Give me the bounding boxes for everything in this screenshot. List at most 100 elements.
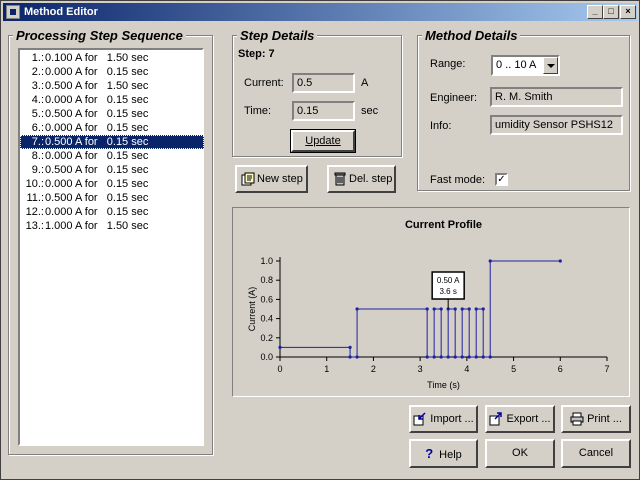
- time-input[interactable]: 0.15: [292, 101, 355, 121]
- list-item-text: 0.500 A for 0.15 sec: [45, 164, 149, 176]
- list-item-number: 4.:: [31, 94, 44, 106]
- trash-icon: [334, 172, 346, 186]
- list-item[interactable]: 12.: 0.000 A for 0.15 sec: [20, 205, 204, 219]
- x-tick-label: 2: [371, 364, 376, 374]
- list-item[interactable]: 11.: 0.500 A for 0.15 sec: [20, 191, 204, 205]
- list-item-number: 13.:: [25, 220, 44, 232]
- engineer-input[interactable]: R. M. Smith: [490, 87, 623, 107]
- list-item[interactable]: 2.: 0.000 A for 0.15 sec: [20, 65, 204, 79]
- list-item-text: 0.000 A for 0.15 sec: [45, 206, 149, 218]
- cancel-button[interactable]: Cancel: [561, 439, 631, 468]
- current-input[interactable]: 0.5: [292, 73, 355, 93]
- range-select[interactable]: 0 .. 10 A: [491, 55, 560, 76]
- data-point: [481, 307, 485, 311]
- cancel-label: Cancel: [578, 447, 614, 459]
- list-item-number: 2.:: [31, 66, 44, 78]
- data-point: [439, 355, 443, 359]
- export-button[interactable]: Export ...: [485, 405, 555, 433]
- time-unit: sec: [361, 105, 379, 117]
- list-item[interactable]: 13.: 1.000 A for 1.50 sec: [20, 219, 204, 233]
- chevron-down-icon[interactable]: [543, 57, 558, 74]
- method-editor-window: Method Editor _ □ × Processing Step Sequ…: [0, 0, 640, 480]
- list-item-text: 0.500 A for 1.50 sec: [45, 80, 149, 92]
- data-point: [432, 355, 436, 359]
- y-tick-label: 0.4: [260, 314, 273, 324]
- list-item-number: 11.:: [26, 192, 44, 204]
- maximize-button[interactable]: □: [603, 5, 619, 19]
- info-label: Info:: [430, 120, 452, 132]
- list-item[interactable]: 8.: 0.000 A for 0.15 sec: [20, 149, 204, 163]
- data-point: [467, 307, 471, 311]
- y-tick-label: 1.0: [260, 256, 273, 266]
- window-title: Method Editor: [24, 6, 98, 18]
- data-point: [453, 307, 457, 311]
- new-step-icon: [241, 172, 255, 186]
- list-item[interactable]: 4.: 0.000 A for 0.15 sec: [20, 93, 204, 107]
- engineer-label: Engineer:: [430, 92, 478, 104]
- data-point: [425, 355, 429, 359]
- list-item-text: 0.000 A for 0.15 sec: [45, 66, 149, 78]
- printer-icon: [570, 412, 584, 426]
- list-item-number: 6.:: [31, 122, 44, 134]
- delete-step-button[interactable]: Del. step: [327, 165, 396, 193]
- info-input[interactable]: umidity Sensor PSHS12: [490, 115, 623, 135]
- list-item-text: 1.000 A for 1.50 sec: [45, 220, 149, 232]
- delete-step-label: Del. step: [349, 173, 393, 185]
- annotation-current: 0.50 A: [437, 276, 460, 285]
- y-axis-label: Current (A): [247, 287, 257, 332]
- fast-mode-checkbox[interactable]: ✓: [495, 173, 508, 186]
- help-button[interactable]: ? Help: [409, 439, 478, 468]
- data-point: [558, 259, 562, 263]
- import-button[interactable]: Import ...: [409, 405, 478, 433]
- list-item-text: 0.000 A for 0.15 sec: [45, 178, 149, 190]
- data-point: [348, 345, 352, 349]
- list-item[interactable]: 1.: 0.100 A for 1.50 sec: [20, 51, 204, 65]
- data-point: [460, 307, 464, 311]
- x-tick-label: 1: [324, 364, 329, 374]
- data-point: [467, 355, 471, 359]
- time-label: Time:: [244, 105, 272, 117]
- list-item-number: 5.:: [31, 108, 44, 120]
- list-item-number: 10.:: [25, 178, 44, 190]
- data-point: [460, 355, 464, 359]
- x-tick-label: 4: [464, 364, 469, 374]
- list-item[interactable]: 5.: 0.500 A for 0.15 sec: [20, 107, 204, 121]
- help-label: Help: [439, 449, 462, 461]
- fast-mode-label: Fast mode:: [430, 174, 486, 186]
- new-step-button[interactable]: New step: [235, 165, 308, 193]
- data-point: [488, 259, 492, 263]
- update-button[interactable]: Update: [290, 129, 356, 153]
- list-item[interactable]: 9.: 0.500 A for 0.15 sec: [20, 163, 204, 177]
- data-point: [355, 355, 359, 359]
- export-label: Export ...: [506, 413, 551, 425]
- x-tick-label: 0: [277, 364, 282, 374]
- x-tick-label: 6: [558, 364, 563, 374]
- list-item-text: 0.000 A for 0.15 sec: [45, 94, 149, 106]
- list-item-number: 8.:: [31, 150, 44, 162]
- x-tick-label: 7: [604, 364, 609, 374]
- current-label: Current:: [244, 77, 284, 89]
- list-item[interactable]: 3.: 0.500 A for 1.50 sec: [20, 79, 204, 93]
- title-bar[interactable]: Method Editor _ □ ×: [3, 3, 637, 21]
- minimize-button[interactable]: _: [587, 5, 603, 19]
- data-point: [355, 307, 359, 311]
- list-item-number: 1.:: [31, 52, 44, 64]
- print-button[interactable]: Print ...: [561, 405, 631, 433]
- list-item[interactable]: 7.: 0.500 A for 0.15 sec: [20, 135, 204, 149]
- data-point: [432, 307, 436, 311]
- step-details-title: Step Details: [237, 28, 318, 43]
- current-unit: A: [361, 77, 369, 89]
- range-value: 0 .. 10 A: [496, 59, 537, 71]
- list-item[interactable]: 6.: 0.000 A for 0.15 sec: [20, 121, 204, 135]
- ok-button[interactable]: OK: [485, 439, 555, 468]
- data-point: [278, 345, 282, 349]
- list-item-text: 0.500 A for 0.15 sec: [45, 108, 149, 120]
- list-item[interactable]: 10.: 0.000 A for 0.15 sec: [20, 177, 204, 191]
- y-tick-label: 0.6: [260, 294, 273, 304]
- data-point: [474, 307, 478, 311]
- close-button[interactable]: ×: [620, 5, 636, 19]
- y-tick-label: 0.8: [260, 275, 273, 285]
- x-tick-label: 5: [511, 364, 516, 374]
- sequence-listbox[interactable]: 1.: 0.100 A for 1.50 sec 2.: 0.000 A for 0.…: [18, 48, 204, 446]
- y-tick-label: 0.0: [260, 352, 273, 362]
